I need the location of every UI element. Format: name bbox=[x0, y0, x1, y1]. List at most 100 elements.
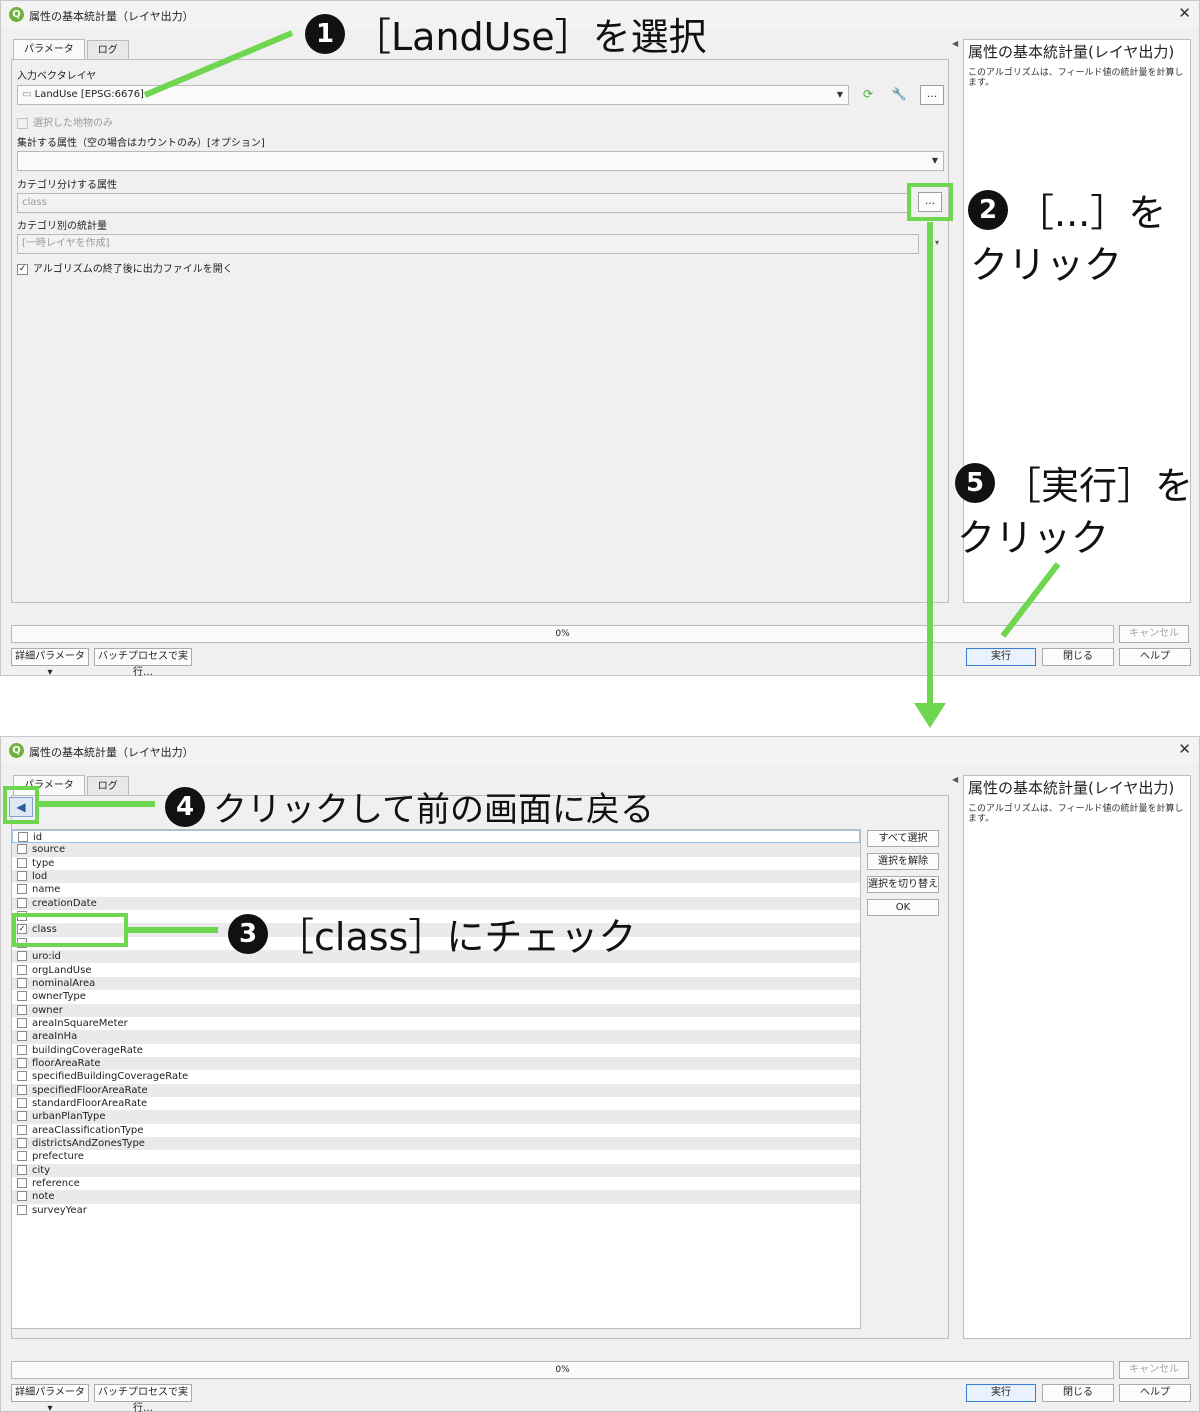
checkbox-unchecked[interactable] bbox=[17, 1204, 27, 1215]
checkbox-unchecked[interactable] bbox=[17, 1164, 27, 1175]
checkbox-unchecked[interactable] bbox=[18, 832, 28, 842]
category-field-input[interactable]: class bbox=[17, 193, 910, 213]
field-name: districtsAndZonesType bbox=[32, 1138, 145, 1150]
help-panel: 属性の基本統計量(レイヤ出力) このアルゴリズムは、フィールド値の統計量を計算し… bbox=[963, 775, 1191, 1339]
ok-button[interactable]: OK bbox=[867, 899, 939, 916]
checkbox-unchecked[interactable] bbox=[17, 897, 27, 908]
close-button[interactable]: 閉じる bbox=[1042, 648, 1114, 666]
list-item[interactable]: orgLandUse bbox=[12, 964, 860, 977]
list-item[interactable]: specifiedFloorAreaRate bbox=[12, 1083, 860, 1097]
list-item[interactable]: standardFloorAreaRate bbox=[12, 1097, 860, 1110]
qgis-logo-icon: Q bbox=[9, 743, 24, 758]
input-layer-more-button[interactable]: … bbox=[920, 85, 944, 105]
list-item[interactable]: prefecture bbox=[12, 1150, 860, 1163]
checkbox-unchecked[interactable] bbox=[17, 977, 27, 988]
list-item[interactable]: name bbox=[12, 883, 860, 896]
wrench-icon[interactable]: 🔧 bbox=[888, 85, 910, 105]
checkbox-unchecked[interactable] bbox=[17, 1191, 27, 1202]
checkbox-unchecked[interactable] bbox=[17, 1044, 27, 1055]
field-name: areaInSquareMeter bbox=[32, 1017, 128, 1029]
chevron-down-icon[interactable]: ▾ bbox=[926, 234, 948, 254]
checkbox-unchecked[interactable] bbox=[17, 1031, 27, 1042]
advanced-parameters-button[interactable]: 詳細パラメータ ▾ bbox=[11, 1384, 89, 1412]
checkbox-unchecked[interactable] bbox=[17, 844, 27, 855]
checkbox-unchecked[interactable] bbox=[17, 1124, 27, 1135]
tab-parameters[interactable]: パラメータ bbox=[13, 39, 85, 60]
batch-process-button[interactable]: バッチプロセスで実行… bbox=[94, 648, 192, 678]
run-button[interactable]: 実行 bbox=[966, 1384, 1036, 1402]
checkbox-unchecked[interactable] bbox=[17, 1057, 27, 1068]
list-item[interactable]: buildingCoverageRate bbox=[12, 1044, 860, 1057]
annotation-text: ［実行］を bbox=[1003, 464, 1194, 508]
checkbox-unchecked[interactable] bbox=[17, 1138, 27, 1149]
list-item[interactable]: id bbox=[12, 830, 860, 844]
list-item[interactable]: owner bbox=[12, 1003, 860, 1017]
checkbox-unchecked[interactable] bbox=[17, 1017, 27, 1028]
checkbox-unchecked[interactable] bbox=[17, 1111, 27, 1122]
step-number: 4 bbox=[165, 786, 205, 827]
list-item[interactable]: specifiedBuildingCoverageRate bbox=[12, 1070, 860, 1083]
iterate-icon[interactable]: ⟳ bbox=[857, 85, 879, 105]
tab-log[interactable]: ログ bbox=[86, 40, 129, 60]
title-bar: Q 属性の基本統計量（レイヤ出力） ✕ bbox=[1, 737, 1199, 765]
category-field-value: class bbox=[22, 197, 47, 208]
annotation-step2: 2 ［...］を bbox=[968, 182, 1166, 237]
checkbox-unchecked[interactable] bbox=[17, 1071, 27, 1082]
close-icon[interactable]: ✕ bbox=[1178, 740, 1191, 758]
close-button[interactable]: 閉じる bbox=[1042, 1384, 1114, 1402]
cancel-button[interactable]: キャンセル bbox=[1119, 625, 1189, 643]
close-icon[interactable]: ✕ bbox=[1178, 4, 1191, 22]
collapse-arrow-icon[interactable]: ◀ bbox=[952, 39, 958, 48]
checkbox-unchecked[interactable] bbox=[17, 991, 27, 1002]
list-item[interactable]: source bbox=[12, 843, 860, 857]
checkbox-unchecked[interactable] bbox=[17, 1084, 27, 1095]
list-item[interactable]: nominalArea bbox=[12, 976, 860, 991]
tab-log[interactable]: ログ bbox=[86, 776, 129, 796]
selected-only-checkbox[interactable]: 選択した地物のみ bbox=[17, 114, 113, 129]
field-name: lod bbox=[32, 871, 48, 883]
toggle-selection-button[interactable]: 選択を切り替え bbox=[867, 876, 939, 893]
run-button[interactable]: 実行 bbox=[966, 648, 1036, 666]
input-layer-value: LandUse [EPSG:6676] bbox=[34, 89, 144, 100]
list-item[interactable]: city bbox=[12, 1163, 860, 1178]
help-button[interactable]: ヘルプ bbox=[1119, 648, 1191, 666]
list-item[interactable]: areaClassificationType bbox=[12, 1124, 860, 1137]
checkbox-unchecked[interactable] bbox=[17, 1151, 27, 1162]
list-item[interactable]: surveyYear bbox=[12, 1204, 860, 1217]
checkbox-unchecked[interactable] bbox=[17, 964, 27, 975]
dialog-window-field-selection: Q 属性の基本統計量（レイヤ出力） ✕ パラメータ ログ ◀ id source ty… bbox=[0, 736, 1200, 1412]
list-item[interactable]: areaInHa bbox=[12, 1030, 860, 1044]
list-item[interactable]: ownerType bbox=[12, 990, 860, 1003]
input-layer-combo[interactable]: ▭ LandUse [EPSG:6676] ▼ bbox=[17, 85, 849, 105]
list-item[interactable]: floorAreaRate bbox=[12, 1056, 860, 1071]
checkbox-unchecked[interactable] bbox=[17, 871, 27, 882]
highlight-box-ellipsis bbox=[907, 183, 953, 221]
deselect-all-button[interactable]: 選択を解除 bbox=[867, 853, 939, 870]
checkbox-unchecked[interactable] bbox=[17, 884, 27, 895]
list-item[interactable]: districtsAndZonesType bbox=[12, 1137, 860, 1151]
annotation-text: クリックして前の画面に戻る bbox=[213, 790, 654, 830]
checkbox-unchecked[interactable] bbox=[17, 1004, 27, 1015]
annotation-step2-line2: クリック bbox=[970, 234, 1122, 289]
collapse-arrow-icon[interactable]: ◀ bbox=[952, 775, 958, 784]
help-button[interactable]: ヘルプ bbox=[1119, 1384, 1191, 1402]
list-item[interactable]: lod bbox=[12, 870, 860, 884]
select-all-button[interactable]: すべて選択 bbox=[867, 830, 939, 847]
checkbox-unchecked[interactable] bbox=[17, 1178, 27, 1189]
checkbox-unchecked[interactable] bbox=[17, 857, 27, 868]
advanced-parameters-button[interactable]: 詳細パラメータ ▾ bbox=[11, 648, 89, 678]
list-item[interactable]: note bbox=[12, 1190, 860, 1204]
list-item[interactable]: urbanPlanType bbox=[12, 1110, 860, 1124]
output-input[interactable]: [一時レイヤを作成] bbox=[17, 234, 919, 254]
list-item[interactable]: type bbox=[12, 857, 860, 870]
cancel-button[interactable]: キャンセル bbox=[1119, 1361, 1189, 1379]
field-name: specifiedBuildingCoverageRate bbox=[32, 1071, 189, 1083]
batch-process-button[interactable]: バッチプロセスで実行… bbox=[94, 1384, 192, 1412]
checkbox-unchecked[interactable] bbox=[17, 1098, 27, 1108]
checkbox-unchecked[interactable] bbox=[17, 951, 27, 962]
list-item[interactable]: areaInSquareMeter bbox=[12, 1017, 860, 1030]
open-output-checkbox[interactable]: ✓ アルゴリズムの終了後に出力ファイルを開く bbox=[17, 260, 233, 275]
help-title: 属性の基本統計量(レイヤ出力) bbox=[968, 43, 1175, 61]
field-to-calc-combo[interactable]: ▼ bbox=[17, 151, 944, 171]
list-item[interactable]: reference bbox=[12, 1177, 860, 1190]
